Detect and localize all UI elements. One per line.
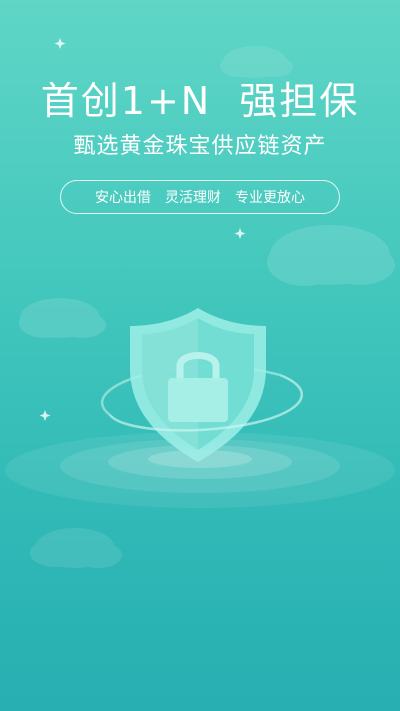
cloud-icon <box>220 46 293 78</box>
cloud-icon <box>30 528 122 568</box>
feature-flexible-finance: 灵活理财 <box>165 190 221 206</box>
subtitle: 甄选黄金珠宝供应链资产 <box>73 134 327 159</box>
cloud-icon <box>19 298 106 338</box>
feature-safe-lending: 安心出借 <box>95 190 151 206</box>
cloud-icon <box>267 225 395 286</box>
sparkle-icon <box>39 410 51 421</box>
headline: 首创1+N 强担保 <box>0 78 400 124</box>
headline-part2: 强担保 <box>239 79 360 123</box>
feature-pill: 安心出借 灵活理财 专业更放心 <box>60 180 340 214</box>
sparkle-icon <box>234 228 246 239</box>
headline-part1: 首创1+N <box>40 79 212 123</box>
sparkle-icon <box>54 38 66 49</box>
splash-screen: 首创1+N 强担保 甄选黄金珠宝供应链资产 安心出借 灵活理财 专业更放心 <box>0 0 400 711</box>
feature-professional: 专业更放心 <box>235 190 305 206</box>
